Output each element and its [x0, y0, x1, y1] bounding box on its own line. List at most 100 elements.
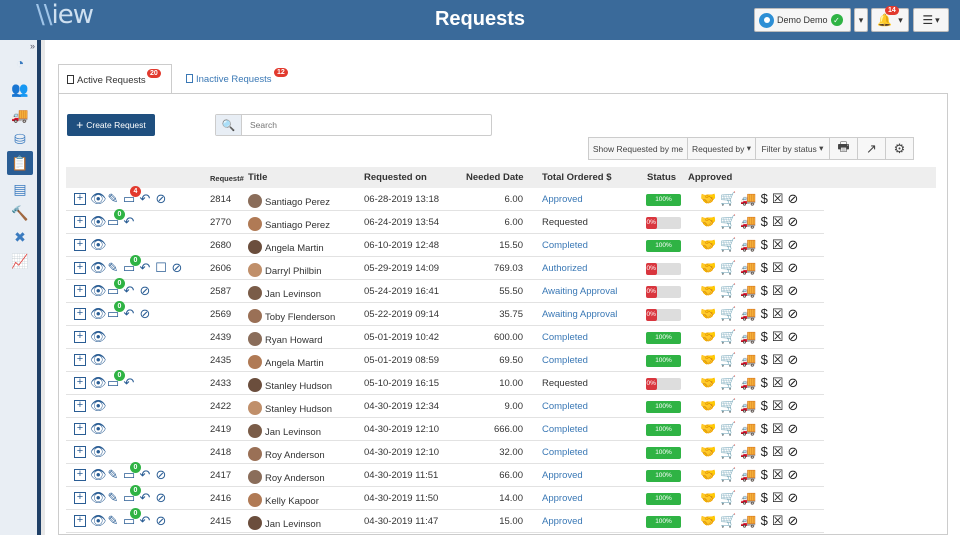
ban-icon[interactable]: ⊘ — [787, 398, 798, 414]
expand-icon[interactable]: + — [74, 354, 86, 366]
ban-icon[interactable]: ⊘ — [787, 513, 798, 529]
delivery-truck-icon[interactable]: 🚚 — [740, 490, 756, 506]
dollar-icon[interactable]: $ — [761, 214, 768, 230]
delivery-truck-icon[interactable]: 🚚 — [740, 375, 756, 391]
ban-icon[interactable]: ⊘ — [787, 444, 798, 460]
reject-x-icon[interactable]: ☒ — [772, 467, 784, 483]
dollar-icon[interactable]: $ — [761, 375, 768, 391]
approve-handshake-icon[interactable]: 🤝 — [700, 444, 716, 460]
col-needed-date[interactable]: Needed Date — [466, 172, 524, 183]
approve-handshake-icon[interactable]: 🤝 — [700, 260, 716, 276]
ban-icon[interactable]: ⊘ — [787, 214, 798, 230]
tab-inactive-requests[interactable]: Inactive Requests 12 — [178, 64, 296, 94]
notes-icon[interactable]: ▭ 0 — [106, 370, 125, 391]
col-title[interactable]: Title — [248, 172, 267, 183]
approve-handshake-icon[interactable]: 🤝 — [700, 329, 716, 345]
expand-icon[interactable]: + — [74, 492, 86, 504]
view-icon[interactable]: 👁 — [90, 375, 107, 391]
col-total-ordered[interactable]: Total Ordered $ — [542, 172, 612, 183]
cart-icon[interactable]: 🛒 — [720, 421, 736, 437]
notes-icon[interactable]: ▭ 0 — [122, 462, 141, 483]
settings-gear-icon[interactable]: ⚙ — [885, 137, 914, 160]
chart-line-icon[interactable]: 📈 — [10, 252, 30, 270]
delivery-truck-icon[interactable]: 🚚 — [740, 513, 756, 529]
ban-icon[interactable]: ⊘ — [787, 260, 798, 276]
cart-icon[interactable]: 🛒 — [720, 260, 736, 276]
delivery-truck-icon[interactable]: 🚚 — [740, 260, 756, 276]
approve-handshake-icon[interactable]: 🤝 — [700, 283, 716, 299]
delivery-truck-icon[interactable]: 🚚 — [740, 283, 756, 299]
dollar-icon[interactable]: $ — [761, 191, 768, 207]
print-icon[interactable]: 🖶 — [829, 137, 858, 160]
approve-handshake-icon[interactable]: 🤝 — [700, 237, 716, 253]
ban-icon[interactable]: ⊘ — [787, 467, 798, 483]
view-icon[interactable]: 👁 — [90, 467, 107, 483]
view-icon[interactable]: 👁 — [90, 352, 107, 368]
notes-icon[interactable]: ▭ 4 — [122, 186, 141, 207]
cancel-icon[interactable]: ⊘ — [138, 283, 152, 299]
users-icon[interactable]: 👥 — [10, 80, 30, 98]
delivery-truck-icon[interactable]: 🚚 — [740, 398, 756, 414]
view-icon[interactable]: 👁 — [90, 260, 107, 276]
create-request-button[interactable]: + Create Request — [67, 114, 155, 136]
ban-icon[interactable]: ⊘ — [787, 490, 798, 506]
reject-x-icon[interactable]: ☒ — [772, 421, 784, 437]
ban-icon[interactable]: ⊘ — [787, 191, 798, 207]
dollar-icon[interactable]: $ — [761, 421, 768, 437]
notes-icon[interactable]: ▭ 0 — [106, 209, 125, 230]
cart-icon[interactable]: 🛒 — [720, 352, 736, 368]
main-menu-button[interactable]: ☰ ▾ — [913, 8, 949, 32]
approve-handshake-icon[interactable]: 🤝 — [700, 513, 716, 529]
delivery-truck-icon[interactable]: 🚚 — [740, 214, 756, 230]
expand-icon[interactable]: + — [74, 423, 86, 435]
cancel-icon[interactable]: ⊘ — [138, 306, 152, 322]
delivery-truck-icon[interactable]: 🚚 — [740, 329, 756, 345]
external-link-icon[interactable]: ↗ — [857, 137, 886, 160]
filter-by-status-dropdown[interactable]: Filter by status ▾ — [755, 137, 830, 160]
delivery-truck-icon[interactable]: 🚚 — [740, 467, 756, 483]
boxes-icon[interactable]: ⛁ — [10, 130, 30, 148]
approve-handshake-icon[interactable]: 🤝 — [700, 467, 716, 483]
status-text[interactable]: Authorized — [542, 263, 587, 274]
cart-icon[interactable]: 🛒 — [720, 214, 736, 230]
status-text[interactable]: Completed — [542, 332, 588, 343]
reject-x-icon[interactable]: ☒ — [772, 513, 784, 529]
expand-icon[interactable]: + — [74, 193, 86, 205]
dollar-icon[interactable]: $ — [761, 490, 768, 506]
approve-handshake-icon[interactable]: 🤝 — [700, 490, 716, 506]
expand-icon[interactable]: + — [74, 400, 86, 412]
reject-x-icon[interactable]: ☒ — [772, 352, 784, 368]
dollar-icon[interactable]: $ — [761, 513, 768, 529]
view-icon[interactable]: 👁 — [90, 444, 107, 460]
status-text[interactable]: Awaiting Approval — [542, 309, 617, 320]
cart-icon[interactable]: 🛒 — [720, 398, 736, 414]
expand-icon[interactable]: + — [74, 216, 86, 228]
expand-icon[interactable]: + — [74, 469, 86, 481]
status-text[interactable]: Completed — [542, 447, 588, 458]
tools-icon[interactable]: ✖ — [10, 228, 30, 246]
ban-icon[interactable]: ⊘ — [787, 283, 798, 299]
show-requested-by-me-button[interactable]: Show Requested by me — [588, 137, 688, 160]
dollar-icon[interactable]: $ — [761, 398, 768, 414]
requests-clipboard-icon[interactable]: 📋 — [7, 151, 33, 175]
view-icon[interactable]: 👁 — [90, 513, 107, 529]
reject-x-icon[interactable]: ☒ — [772, 329, 784, 345]
reject-x-icon[interactable]: ☒ — [772, 306, 784, 322]
approve-handshake-icon[interactable]: 🤝 — [700, 352, 716, 368]
reject-x-icon[interactable]: ☒ — [772, 375, 784, 391]
cancel-icon[interactable]: ⊘ — [154, 467, 168, 483]
notes-icon[interactable]: ▭ 0 — [106, 278, 125, 299]
notes-icon[interactable]: ▭ 0 — [122, 485, 141, 506]
reject-x-icon[interactable]: ☒ — [772, 283, 784, 299]
delivery-truck-icon[interactable]: 🚚 — [740, 421, 756, 437]
delivery-truck-icon[interactable]: 🚚 — [740, 237, 756, 253]
user-dropdown-button[interactable]: ▾ — [854, 8, 868, 32]
view-icon[interactable]: 👁 — [90, 329, 107, 345]
notifications-button[interactable]: 🔔 14 ▾ — [871, 6, 909, 32]
expand-icon[interactable]: + — [74, 446, 86, 458]
dollar-icon[interactable]: $ — [761, 352, 768, 368]
search-input[interactable] — [242, 120, 482, 130]
status-text[interactable]: Completed — [542, 240, 588, 251]
cancel-icon[interactable]: ⊘ — [154, 513, 168, 529]
edit-icon[interactable]: ✎ — [106, 260, 120, 276]
